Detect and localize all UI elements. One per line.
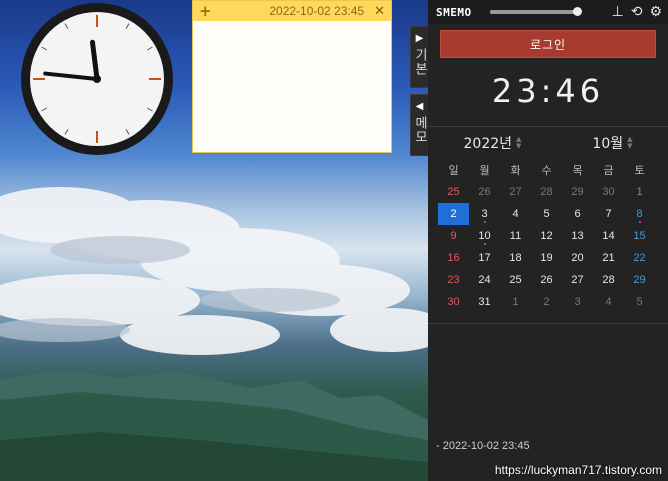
slider-fill <box>489 10 578 14</box>
calendar-day[interactable]: 22 <box>624 247 655 269</box>
calendar-day[interactable]: 26 <box>531 269 562 291</box>
note-timestamp: 2022-10-02 23:45 <box>269 4 365 18</box>
smemo-panel: SMEMO ⊥ ⟲ ⚙ 로그인 23:46 2022년 ▲ ▼ 10월 ▲ ▼ 일 월… <box>428 0 668 481</box>
year-selector[interactable]: 2022년 ▲ ▼ <box>464 133 522 153</box>
tab-basic-label: 기본 <box>412 48 427 76</box>
smemo-logo: SMEMO <box>436 5 472 19</box>
weekday-header: 수 <box>541 165 552 177</box>
calendar-day[interactable]: 27 <box>500 181 531 203</box>
add-note-button[interactable]: + <box>199 1 212 21</box>
refresh-icon[interactable]: ⟲ <box>631 4 643 20</box>
watermark-url: https://luckyman717.tistory.com <box>494 463 662 477</box>
note-body[interactable] <box>193 21 391 153</box>
pin-icon[interactable]: ⊥ <box>612 4 624 20</box>
month-spin-icon[interactable]: ▲ ▼ <box>627 136 632 150</box>
digital-clock: 23:46 <box>491 72 605 110</box>
tab-basic[interactable]: ▶ 기본 <box>410 26 428 88</box>
calendar-day[interactable]: 25 <box>438 181 469 203</box>
calendar-day[interactable]: 25 <box>500 269 531 291</box>
gear-icon[interactable]: ⚙ <box>649 4 662 20</box>
collapse-arrow-icon: ◀ <box>415 101 424 112</box>
weekday-header: 목 <box>572 165 583 177</box>
year-spin-icon[interactable]: ▲ ▼ <box>516 136 521 150</box>
calendar-day[interactable]: 29 <box>562 181 593 203</box>
divider <box>428 126 668 127</box>
calendar-day[interactable]: 24 <box>469 269 500 291</box>
calendar-day[interactable]: 11 <box>500 225 531 247</box>
calendar-day[interactable]: 8 <box>624 203 655 225</box>
calendar-day[interactable]: 31 <box>469 291 500 313</box>
calendar-day[interactable]: 10 <box>469 225 500 247</box>
calendar-day[interactable]: 23 <box>438 269 469 291</box>
expand-arrow-icon: ▶ <box>415 33 424 44</box>
calendar-day[interactable]: 28 <box>593 269 624 291</box>
sticky-note[interactable]: + 2022-10-02 23:45 ✕ <box>192 0 392 153</box>
calendar-day[interactable]: 17 <box>469 247 500 269</box>
login-button[interactable]: 로그인 <box>440 30 656 58</box>
calendar-day[interactable]: 14 <box>593 225 624 247</box>
slider-knob[interactable] <box>573 7 583 16</box>
calendar-day[interactable]: 28 <box>531 181 562 203</box>
memo-list-item[interactable]: - 2022-10-02 23:45 <box>436 440 530 452</box>
calendar-day[interactable]: 1 <box>500 291 531 313</box>
calendar-day[interactable]: 18 <box>500 247 531 269</box>
calendar-day[interactable]: 13 <box>562 225 593 247</box>
calendar-day[interactable]: 2 <box>438 203 469 225</box>
calendar-day[interactable]: 21 <box>593 247 624 269</box>
weekday-header: 일 <box>448 165 459 177</box>
calendar-day[interactable]: 2 <box>531 291 562 313</box>
clock-center <box>93 75 101 83</box>
calendar-day[interactable]: 30 <box>438 291 469 313</box>
calendar-day[interactable]: 15 <box>624 225 655 247</box>
calendar-day[interactable]: 4 <box>593 291 624 313</box>
calendar-day[interactable]: 9 <box>438 225 469 247</box>
calendar-day[interactable]: 3 <box>469 203 500 225</box>
tab-memo[interactable]: ◀ 메모 <box>410 94 428 156</box>
calendar-day[interactable]: 27 <box>562 269 593 291</box>
opacity-slider[interactable] <box>489 7 583 16</box>
weekday-header: 화 <box>510 165 521 177</box>
analog-clock[interactable] <box>20 2 174 156</box>
calendar-day[interactable]: 29 <box>624 269 655 291</box>
month-label: 10월 <box>592 136 624 152</box>
calendar-day[interactable]: 7 <box>593 203 624 225</box>
calendar-day[interactable]: 6 <box>562 203 593 225</box>
calendar-day[interactable]: 26 <box>469 181 500 203</box>
calendar-day[interactable]: 4 <box>500 203 531 225</box>
calendar-day[interactable]: 20 <box>562 247 593 269</box>
calendar-day[interactable]: 3 <box>562 291 593 313</box>
calendar-day[interactable]: 5 <box>531 203 562 225</box>
calendar-day[interactable]: 30 <box>593 181 624 203</box>
calendar-day[interactable]: 16 <box>438 247 469 269</box>
note-header[interactable]: + 2022-10-02 23:45 ✕ <box>193 1 391 21</box>
calendar-day[interactable]: 5 <box>624 291 655 313</box>
month-selector[interactable]: 10월 ▲ ▼ <box>592 133 632 153</box>
calendar-day[interactable]: 12 <box>531 225 562 247</box>
weekday-header: 월 <box>479 165 490 177</box>
calendar-day[interactable]: 19 <box>531 247 562 269</box>
calendar-day[interactable]: 1 <box>624 181 655 203</box>
panel-toolbar: SMEMO ⊥ ⟲ ⚙ <box>428 0 668 24</box>
divider <box>428 323 668 324</box>
weekday-header: 금 <box>603 165 614 177</box>
weekday-header: 토 <box>634 165 645 177</box>
tab-memo-label: 메모 <box>412 116 427 144</box>
year-label: 2022년 <box>463 136 513 152</box>
calendar-grid: 일 월 화 수 목 금 토 25 26 27 28 29 30 1 2 3 4 5 6 7 8 9 10 11 12 13 14 15… <box>438 159 668 313</box>
calendar-header: 2022년 ▲ ▼ 10월 ▲ ▼ <box>428 133 668 153</box>
close-note-button[interactable]: ✕ <box>374 4 385 19</box>
